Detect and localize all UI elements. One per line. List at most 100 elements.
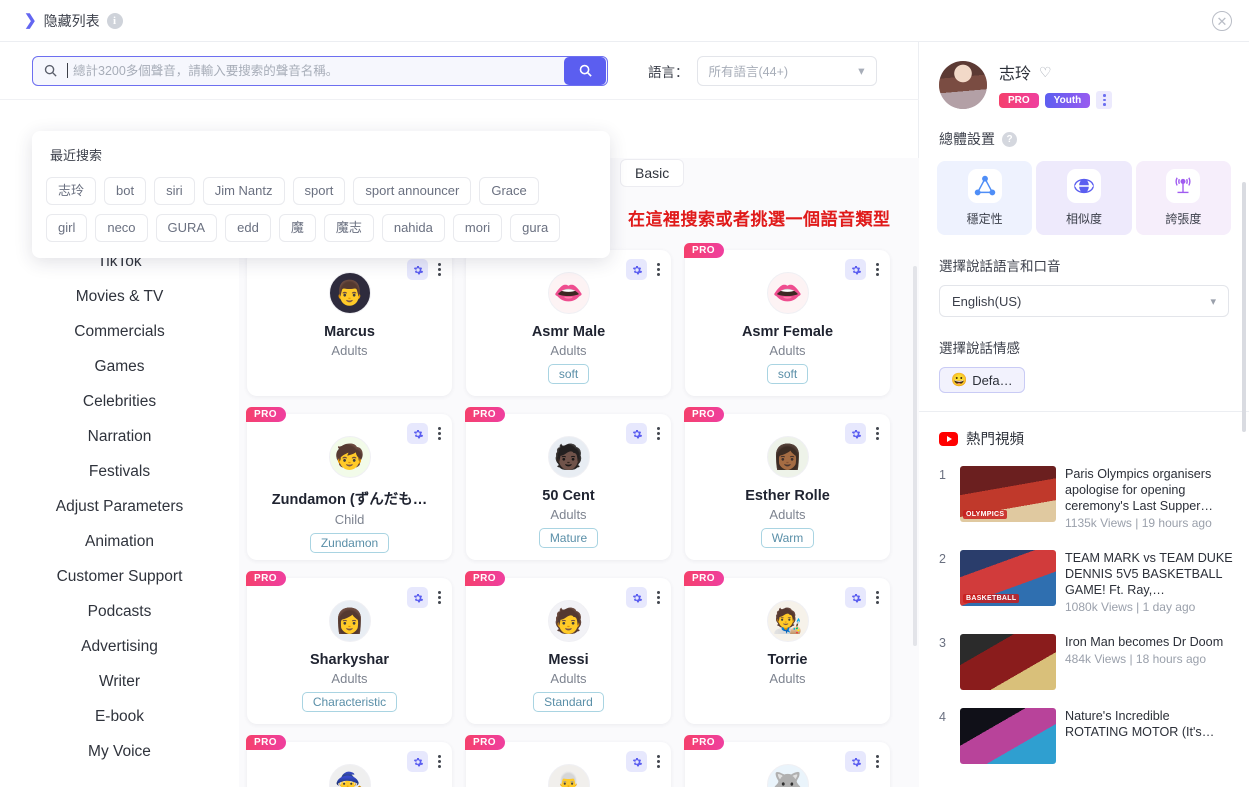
gear-icon[interactable]	[845, 587, 866, 608]
heart-icon[interactable]: ♡	[1039, 64, 1052, 81]
voice-card[interactable]: PRO 👩 Sharkyshar Adults Characteristic	[246, 571, 452, 724]
voice-card[interactable]: PRO 🧙	[246, 735, 452, 787]
recent-search-chip[interactable]: sport announcer	[353, 177, 472, 205]
sidebar-item-animation[interactable]: Animation	[85, 530, 154, 553]
voice-card[interactable]: PRO 👩🏾 Esther Rolle Adults Warm	[684, 407, 890, 560]
search-submit-button[interactable]	[564, 56, 606, 85]
parameter-card-similarity[interactable]: 相似度	[1036, 161, 1132, 235]
gear-icon[interactable]	[626, 751, 647, 772]
hide-list-button[interactable]: ❯ 隐藏列表 i	[24, 11, 123, 31]
gear-icon[interactable]	[626, 423, 647, 444]
sidebar-item-writer[interactable]: Writer	[99, 670, 140, 693]
status-badge-pro: PRO	[246, 407, 286, 422]
gear-icon[interactable]	[845, 259, 866, 280]
voice-card[interactable]: PRO 👨‍🦳	[465, 735, 671, 787]
voice-card[interactable]: PRO 🧒 Zundamon (ずんだも… Child Zundamon	[246, 407, 452, 560]
voice-card-age: Adults	[331, 671, 368, 686]
voice-card-tag: Mature	[538, 528, 599, 548]
video-list-item[interactable]: 3 Iron Man becomes Dr Doom 484k Views | 18…	[939, 625, 1235, 699]
parameter-cards: 穩定性 相似度 誇張度	[919, 161, 1249, 235]
more-vertical-icon[interactable]	[874, 753, 881, 770]
sidebar-item-commercials[interactable]: Commercials	[74, 320, 164, 343]
question-icon[interactable]: ?	[1002, 131, 1017, 147]
emotion-chip[interactable]: 😀 Defa…	[939, 367, 1025, 393]
more-vertical-icon[interactable]	[436, 261, 443, 278]
sidebar-item-games[interactable]: Games	[95, 355, 145, 378]
youtube-icon	[939, 431, 958, 446]
recent-search-chip[interactable]: 魔	[278, 214, 316, 242]
more-vertical-icon[interactable]	[436, 589, 443, 606]
sidebar-item-narration[interactable]: Narration	[88, 425, 152, 448]
more-vertical-icon[interactable]	[1096, 91, 1113, 109]
recent-search-chip[interactable]: 志玲	[46, 177, 97, 205]
more-vertical-icon[interactable]	[436, 425, 443, 442]
gear-icon[interactable]	[626, 259, 647, 280]
recent-search-chip[interactable]: girl	[46, 214, 88, 242]
gear-icon[interactable]	[407, 751, 428, 772]
sidebar-item-adjust-parameters[interactable]: Adjust Parameters	[56, 495, 184, 518]
recent-search-chip[interactable]: 魔志	[323, 214, 374, 242]
gear-icon[interactable]	[626, 587, 647, 608]
voice-card[interactable]: PRO👄Asmr MaleAdultssoft	[465, 243, 671, 396]
voice-grid-scrollbar[interactable]	[913, 266, 917, 646]
parameter-card-label: 相似度	[1065, 212, 1102, 226]
language-filter-select[interactable]: 所有語言(44+) ▾	[696, 55, 877, 86]
sidebar-item-advertising[interactable]: Advertising	[81, 635, 158, 658]
close-icon[interactable]: ✕	[1212, 11, 1232, 31]
video-list-item[interactable]: 2 BASKETBALL TEAM MARK vs TEAM DUKE DENNIS…	[939, 541, 1235, 625]
voice-card[interactable]: PRO👨MarcusAdults	[246, 243, 452, 396]
more-vertical-icon[interactable]	[874, 261, 881, 278]
card-tools	[407, 751, 443, 772]
recent-search-chip[interactable]: bot	[104, 177, 147, 205]
sidebar-item-my-voice[interactable]: My Voice	[88, 740, 151, 763]
recent-search-chip[interactable]: nahida	[381, 214, 445, 242]
search-box[interactable]	[32, 55, 608, 86]
gear-icon[interactable]	[845, 423, 866, 444]
parameter-card-stability[interactable]: 穩定性	[937, 161, 1033, 235]
sidebar-item-podcasts[interactable]: Podcasts	[88, 600, 152, 623]
language-select-value: English(US)	[952, 293, 1022, 309]
recent-search-chip[interactable]: neco	[95, 214, 148, 242]
sidebar-item-festivals[interactable]: Festivals	[89, 460, 150, 483]
gear-icon[interactable]	[407, 259, 428, 280]
more-vertical-icon[interactable]	[436, 753, 443, 770]
sidebar-item-celebrities[interactable]: Celebrities	[83, 390, 156, 413]
gear-icon[interactable]	[845, 751, 866, 772]
search-input[interactable]	[69, 63, 564, 78]
video-meta: Paris Olympics organisers apologise for …	[1065, 466, 1235, 532]
voice-card[interactable]: PRO 🐺	[684, 735, 890, 787]
parameter-card-exaggeration[interactable]: 誇張度	[1135, 161, 1231, 235]
voice-card[interactable]: PRO 🧑 Messi Adults Standard	[465, 571, 671, 724]
video-list-item[interactable]: 4 Nature's Incredible ROTATING MOTOR (It'…	[939, 699, 1235, 773]
voice-card[interactable]: PRO 🧑🏿 50 Cent Adults Mature	[465, 407, 671, 560]
more-vertical-icon[interactable]	[874, 589, 881, 606]
recent-search-chip[interactable]: sport	[292, 177, 346, 205]
recent-search-chip[interactable]: GURA	[155, 214, 218, 242]
voice-card[interactable]: PRO 👄 Asmr Female Adults soft	[684, 243, 890, 396]
more-vertical-icon[interactable]	[655, 425, 662, 442]
info-icon[interactable]: i	[106, 12, 123, 29]
recent-search-chip[interactable]: siri	[154, 177, 195, 205]
more-vertical-icon[interactable]	[655, 261, 662, 278]
voice-card[interactable]: PRO 🧑‍🎨 Torrie Adults	[684, 571, 890, 724]
more-vertical-icon[interactable]	[655, 589, 662, 606]
sidebar-item-customer-support[interactable]: Customer Support	[57, 565, 183, 588]
card-tools	[626, 751, 662, 772]
gear-icon[interactable]	[407, 423, 428, 444]
voice-card-tag: Zundamon	[309, 533, 390, 553]
voice-card-age: Adults	[769, 671, 806, 686]
recent-search-chip[interactable]: gura	[510, 214, 561, 242]
gear-icon[interactable]	[407, 587, 428, 608]
more-vertical-icon[interactable]	[874, 425, 881, 442]
sidebar-item-e-book[interactable]: E-book	[95, 705, 144, 728]
video-list-scrollbar[interactable]	[1242, 182, 1246, 432]
more-vertical-icon[interactable]	[655, 753, 662, 770]
tab-basic[interactable]: Basic	[620, 159, 685, 187]
recent-search-chip[interactable]: Jim Nantz	[202, 177, 285, 205]
video-list-item[interactable]: 1 OLYMPICS Paris Olympics organisers apolo…	[939, 457, 1235, 541]
recent-search-chip[interactable]: Grace	[479, 177, 539, 205]
recent-search-chip[interactable]: mori	[452, 214, 503, 242]
language-select[interactable]: English(US) ▾	[939, 285, 1229, 317]
recent-search-chip[interactable]: edd	[225, 214, 271, 242]
sidebar-item-movies-tv[interactable]: Movies & TV	[76, 285, 164, 308]
